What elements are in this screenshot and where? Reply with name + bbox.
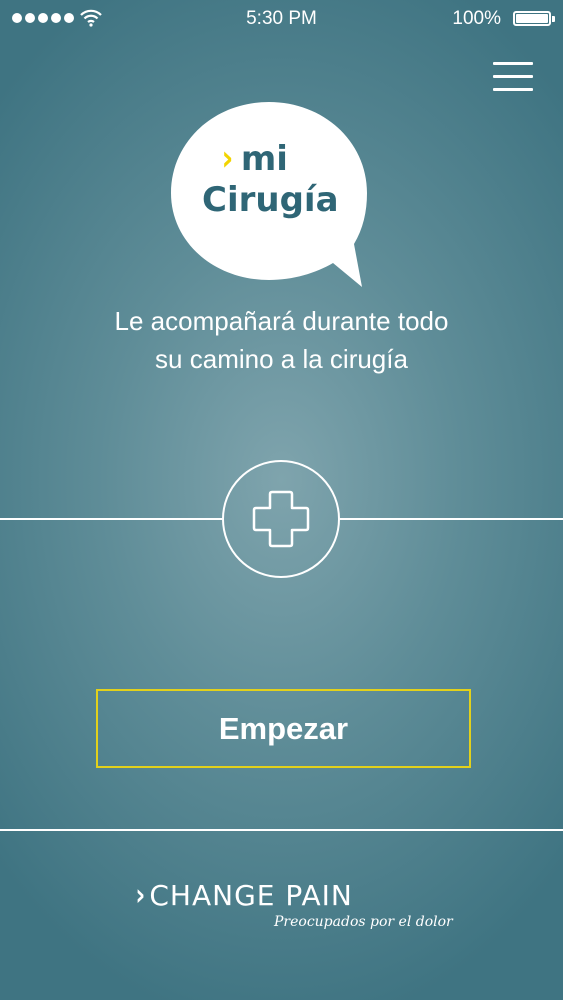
tagline-line-1: Le acompañará durante todo xyxy=(114,306,449,336)
logo-line-mi: › mi xyxy=(220,138,288,179)
brand-name: › CHANGE PAIN xyxy=(134,878,434,913)
logo-text-cirugia: Cirugía xyxy=(202,180,339,220)
brand-chevron-icon: › xyxy=(135,878,147,913)
tagline: Le acompañará durante todo su camino a l… xyxy=(0,302,563,378)
brand-name-text: CHANGE PAIN xyxy=(149,879,353,912)
brand-slogan: Preocupados por el dolor xyxy=(274,914,453,930)
bottom-divider xyxy=(0,829,563,831)
status-bar: 5:30 PM 100% xyxy=(0,0,563,40)
change-pain-logo: › CHANGE PAIN Preocupados por el dolor xyxy=(134,878,452,930)
divider-line-left xyxy=(0,518,222,520)
battery-icon xyxy=(513,11,551,26)
tagline-line-2: su camino a la cirugía xyxy=(155,344,408,374)
hamburger-menu-icon[interactable] xyxy=(493,62,533,92)
logo-text-mi: mi xyxy=(240,138,288,179)
plus-circle xyxy=(222,460,340,578)
battery-tip xyxy=(552,16,555,22)
battery-percent: 100% xyxy=(452,8,501,29)
app-screen: 5:30 PM 100% › mi Cirugía Le acompañará … xyxy=(0,0,563,1000)
start-button[interactable]: Empezar xyxy=(96,689,471,768)
plus-icon xyxy=(252,490,310,548)
logo-chevron-icon: › xyxy=(221,138,234,179)
divider-line-right xyxy=(340,518,563,520)
mi-cirugia-logo: › mi Cirugía xyxy=(166,100,371,290)
